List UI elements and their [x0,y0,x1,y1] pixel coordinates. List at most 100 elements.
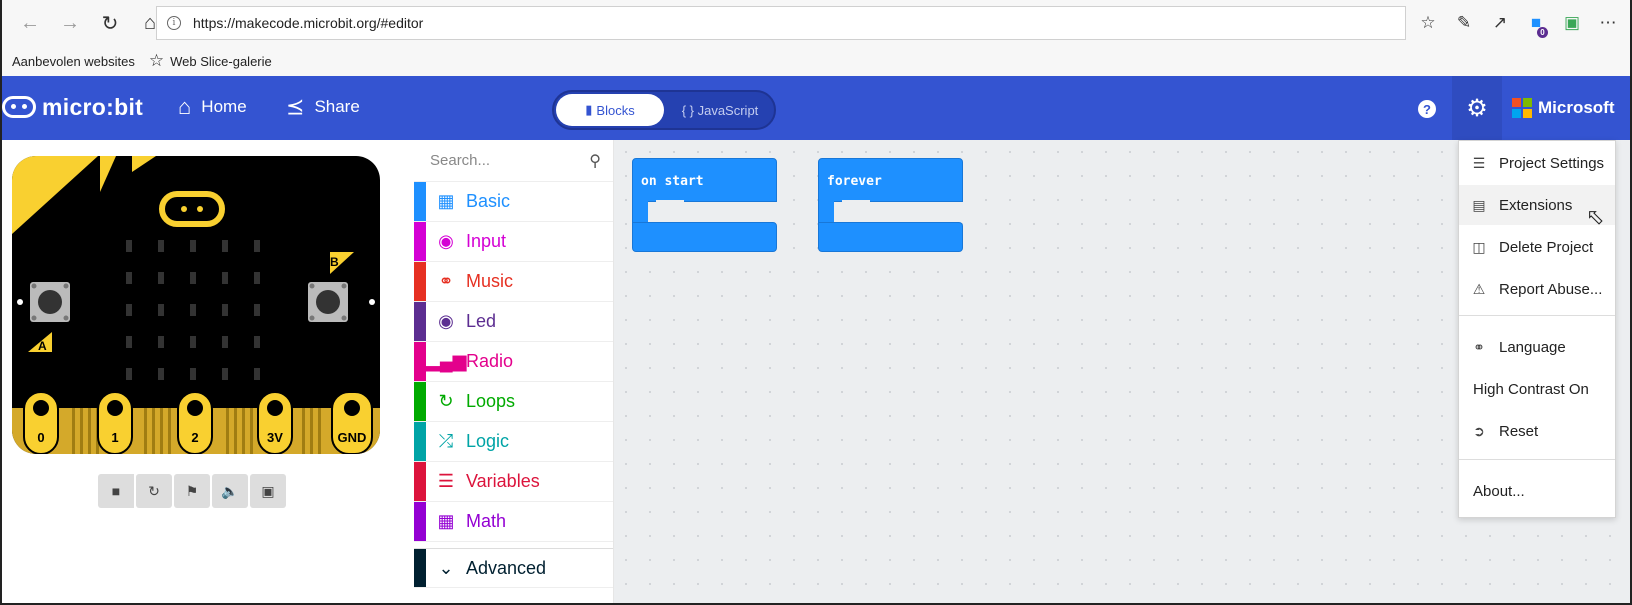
block-notch [842,200,870,210]
favorite-aanbevolen[interactable]: Aanbevolen websites [12,54,135,69]
category-color-bar [414,462,426,501]
category-basic[interactable]: ▦ Basic [414,182,613,222]
alert-icon: ⚠ [1472,280,1486,297]
pin-1-label: 1 [111,430,118,445]
category-color-bar [414,222,426,261]
badge-count: 0 [1537,27,1548,38]
toolbox: Search... ⚲ ▦ Basic ◉ Input ⚭ Music ◉ Led ▂▄… [414,140,614,603]
slow-mo-icon[interactable]: ⚑ [174,474,210,508]
calculator-icon: ▦ [437,511,455,531]
category-color-bar [414,549,426,587]
category-radio[interactable]: ▂▄▆ Radio [414,342,613,382]
sliders-icon: ☰ [1472,154,1486,171]
trash-icon: ◫ [1472,238,1486,255]
category-advanced[interactable]: ⌄ Advanced [414,548,613,588]
address-bar-row: ← → ↻ ⌂ i https://makecode.microbit.org/… [2,0,1630,46]
pen-icon[interactable]: ✎ [1448,6,1480,40]
favorite-web-slice[interactable]: ☆ Web Slice-galerie [149,51,272,71]
category-color-bar [414,422,426,461]
house-icon: ⌂ [178,94,192,119]
extension-badge-icon[interactable]: ■ 0 [1520,6,1552,40]
category-music[interactable]: ⚭ Music [414,262,613,302]
category-label: Music [466,271,514,291]
block-footer [818,222,963,252]
on-start-block[interactable]: on start [632,158,777,252]
gear-icon: ⚙ [1466,94,1488,122]
category-color-bar [414,302,426,341]
favorites-star-icon[interactable]: ☆ [1412,6,1444,40]
button-a[interactable] [30,282,70,322]
microbit-board[interactable]: A B 0 1 2 3V GND [12,156,380,454]
blocks-tab[interactable]: ▮ Blocks [556,94,664,126]
fullscreen-icon[interactable]: ▣ [250,474,286,508]
microbit-logo[interactable]: micro:bit [2,92,143,122]
edge-decoration-1 [100,156,116,192]
category-logic[interactable]: ⤮ Logic [414,422,613,462]
sidebar-edge [2,3,10,43]
star-icon: ☆ [148,51,165,70]
menu-delete-project[interactable]: ◫ Delete Project [1459,227,1615,267]
forever-block[interactable]: forever [818,158,963,252]
menu-divider [1459,459,1615,460]
microsoft-squares-icon [1512,98,1532,118]
javascript-tab[interactable]: { } JavaScript [666,94,774,126]
url-text: https://makecode.microbit.org/#editor [193,15,424,31]
favorites-bar: Aanbevolen websites ☆ Web Slice-galerie [2,46,1630,76]
category-math[interactable]: ▦ Math [414,502,613,542]
category-loops[interactable]: ↻ Loops [414,382,613,422]
help-icon[interactable]: ? [1418,100,1436,118]
ms-square-yellow [1523,109,1532,118]
category-variables[interactable]: ☰ Variables [414,462,613,502]
mute-icon[interactable]: 🔈 [212,474,248,508]
category-color-bar [414,342,426,381]
board-graphic: A B 0 1 2 3V GND [12,156,380,454]
fav-label-1: Aanbevolen websites [12,53,135,69]
forward-icon[interactable]: → [50,3,90,43]
microsoft-logo[interactable]: Microsoft [1512,98,1615,118]
drive-icon: ▤ [1472,196,1486,213]
home-button[interactable]: ⌂ Home [178,94,247,120]
menu-language[interactable]: ⚭ Language [1459,327,1615,367]
category-led[interactable]: ◉ Led [414,302,613,342]
menu-reset[interactable]: ➲ Reset [1459,411,1615,451]
button-b[interactable] [308,282,348,322]
makecode-header: micro:bit ⌂ Home ⪯ Share ▮ Blocks { } Ja… [2,76,1630,140]
share-icon[interactable]: ↗ [1484,6,1516,40]
headphones-icon: ⚭ [438,271,454,291]
search-icon[interactable]: ⚲ [589,151,601,171]
more-icon[interactable]: ⋯ [1592,6,1624,40]
menu-high-contrast[interactable]: High Contrast On [1459,369,1615,409]
back-icon[interactable]: ← [10,3,50,43]
ms-square-red [1512,98,1521,107]
pin-0-label: 0 [37,430,44,445]
signal-icon: ▂▄▆ [426,351,467,371]
restart-icon[interactable]: ↻ [136,474,172,508]
site-info-icon[interactable]: i [167,16,181,30]
category-input[interactable]: ◉ Input [414,222,613,262]
block-body [818,198,834,224]
menu-about[interactable]: About... [1459,471,1615,511]
share-button[interactable]: ⪯ Share [286,94,360,120]
grid-icon: ▦ [437,191,455,211]
edge-decoration-2 [132,156,156,172]
category-color-bar [414,182,426,221]
search-input[interactable]: Search... [430,152,490,169]
category-label: Math [466,511,507,531]
settings-gear-button[interactable]: ⚙ [1452,76,1502,140]
stop-icon[interactable]: ■ [98,474,134,508]
logo-touch-pad[interactable] [159,191,225,227]
menu-report-abuse[interactable]: ⚠ Report Abuse... [1459,269,1615,309]
block-label: on start [632,158,777,202]
menu-label: Project Settings [1499,154,1605,172]
menu-project-settings[interactable]: ☰ Project Settings [1459,143,1615,183]
category-color-bar [414,262,426,301]
url-field[interactable]: i https://makecode.microbit.org/#editor [156,6,1406,40]
block-notch [656,200,684,210]
simulator-panel: A B 0 1 2 3V GND ■ ↻ ⚑ 🔈 ▣ [2,140,414,603]
green-extension-icon[interactable]: ▣ [1556,6,1588,40]
corner-decoration [12,156,98,234]
menu-label: High Contrast On [1473,380,1589,398]
toolbox-search[interactable]: Search... ⚲ [414,140,613,182]
target-icon: ◉ [438,231,454,251]
refresh-icon[interactable]: ↻ [90,3,130,43]
